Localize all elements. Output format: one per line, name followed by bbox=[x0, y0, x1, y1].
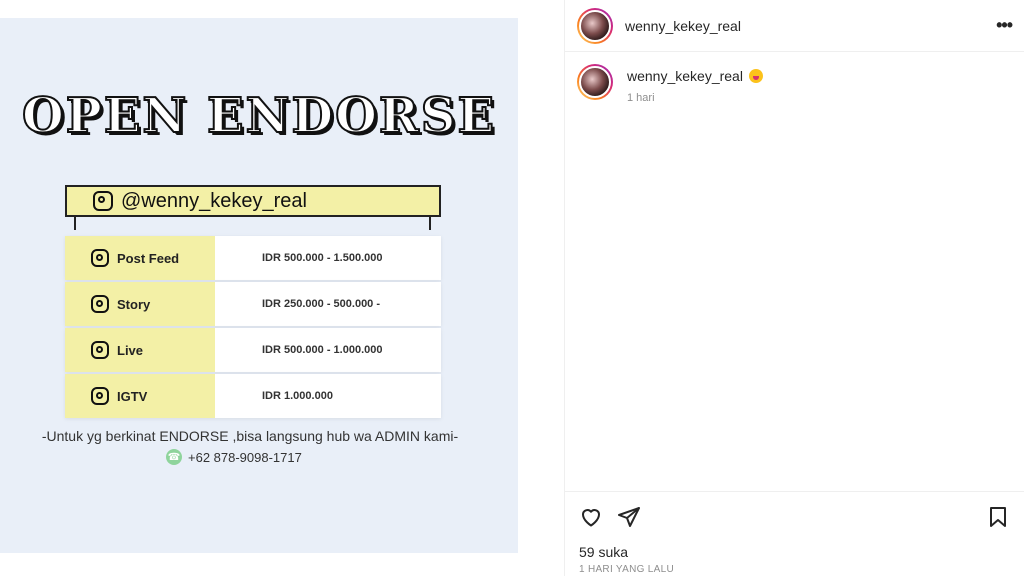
instagram-icon bbox=[91, 387, 109, 405]
post-header: wenny_kekey_real ••• bbox=[565, 0, 1024, 52]
header-username[interactable]: wenny_kekey_real bbox=[625, 18, 741, 34]
post-headline: OPEN ENDORSE bbox=[21, 87, 497, 145]
post-image[interactable]: OPEN ENDORSE @wenny_kekey_real Post Feed… bbox=[0, 18, 518, 553]
contact-note: -Untuk yg berkinat ENDORSE ,bisa langsun… bbox=[41, 428, 459, 444]
instagram-icon bbox=[91, 249, 109, 267]
more-horizontal-icon[interactable]: ••• bbox=[996, 15, 1013, 36]
rate-row: Live IDR 500.000 - 1.000.000 bbox=[65, 328, 441, 372]
send-icon[interactable] bbox=[617, 505, 641, 529]
rate-price: IDR 500.000 - 1.500.000 bbox=[215, 236, 441, 280]
rate-row: IGTV IDR 1.000.000 bbox=[65, 374, 441, 418]
rate-price: IDR 1.000.000 bbox=[215, 374, 441, 418]
rate-row: Post Feed IDR 500.000 - 1.500.000 bbox=[65, 236, 441, 280]
handle-text: @wenny_kekey_real bbox=[121, 189, 307, 212]
heart-icon[interactable] bbox=[579, 505, 603, 529]
post-timestamp[interactable]: 1 HARI YANG LALU bbox=[579, 564, 1010, 575]
action-bar: 59 suka 1 HARI YANG LALU bbox=[565, 491, 1024, 575]
likes-count[interactable]: 59 suka bbox=[579, 544, 1010, 560]
avatar[interactable] bbox=[577, 7, 613, 44]
instagram-icon bbox=[91, 341, 109, 359]
rate-row: Story IDR 250.000 - 500.000 - bbox=[65, 282, 441, 326]
caption: wenny_kekey_real 1 hari bbox=[565, 52, 1024, 116]
caption-username[interactable]: wenny_kekey_real bbox=[627, 68, 743, 84]
bookmark-icon[interactable] bbox=[986, 505, 1010, 529]
rate-price: IDR 250.000 - 500.000 - bbox=[215, 282, 441, 326]
rate-label: Post Feed bbox=[117, 250, 180, 266]
rate-label: Story bbox=[117, 296, 151, 312]
rate-price: IDR 500.000 - 1.000.000 bbox=[215, 328, 441, 372]
grinning-face-tongue-emoji bbox=[748, 69, 763, 83]
handle-box: @wenny_kekey_real bbox=[65, 185, 441, 217]
rate-label: IGTV bbox=[117, 388, 148, 404]
connector-line bbox=[74, 217, 76, 230]
rate-label: Live bbox=[117, 342, 144, 358]
caption-time[interactable]: 1 hari bbox=[627, 92, 763, 104]
instagram-icon bbox=[91, 295, 109, 313]
post-side-panel: wenny_kekey_real ••• wenny_kekey_real 1 … bbox=[564, 0, 1024, 576]
instagram-icon bbox=[93, 191, 113, 211]
avatar[interactable] bbox=[577, 64, 613, 100]
post-media: OPEN ENDORSE @wenny_kekey_real Post Feed… bbox=[0, 0, 564, 576]
connector-line bbox=[429, 217, 431, 230]
phone-line: ☎ +62 878-9098-1717 bbox=[166, 449, 302, 465]
whatsapp-icon: ☎ bbox=[166, 449, 182, 465]
phone-number: +62 878-9098-1717 bbox=[188, 449, 302, 465]
